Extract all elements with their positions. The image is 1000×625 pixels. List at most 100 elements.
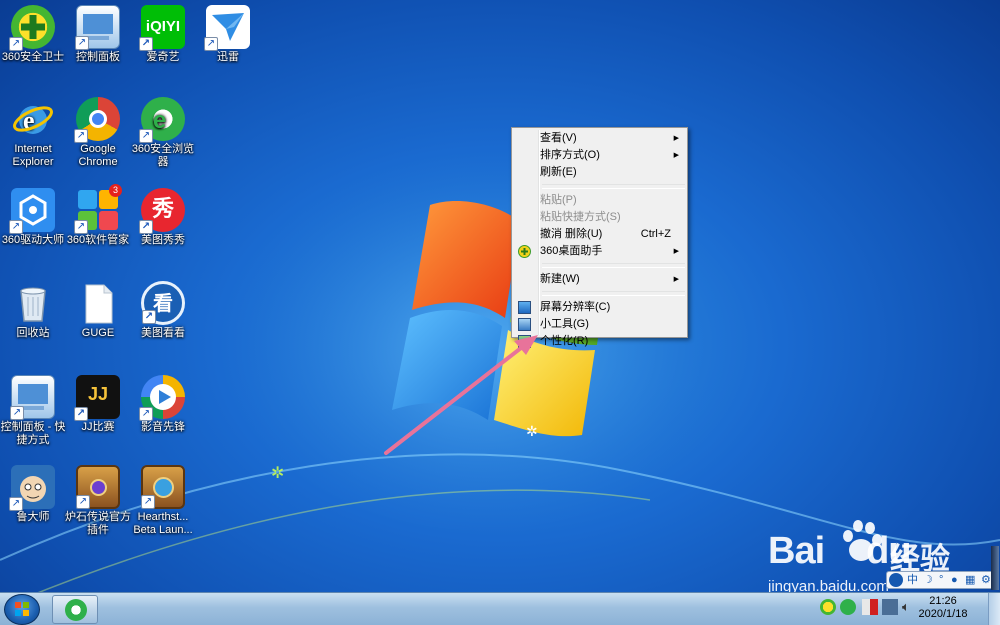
360-safe-tray-icon[interactable] — [820, 599, 836, 615]
desktop-icon-label: 炉石传说官方插件 — [65, 511, 131, 536]
submenu-arrow-icon: ▶ — [673, 276, 679, 283]
360-plus-icon — [518, 245, 531, 258]
menu-item-undo-delete[interactable]: 撤消 删除(U) Ctrl+Z — [514, 226, 685, 243]
submenu-arrow-icon: ▶ — [673, 152, 679, 159]
menu-item-view[interactable]: 查看(V) ▶ — [514, 130, 685, 147]
shortcut-arrow-icon: ↗ — [74, 220, 88, 234]
menu-item-label: 新建(W) — [540, 273, 580, 285]
show-desktop-button[interactable] — [988, 593, 1000, 625]
desktop-icon-label: 360驱动大师 — [1, 234, 65, 246]
ime-language-bar[interactable]: 中 ☽ ° ● ▦ ⚙ — [886, 571, 996, 589]
network-icon[interactable] — [882, 599, 898, 615]
hearthstone-launcher-icon: ↗ — [141, 465, 185, 509]
desktop-icon-yingyin[interactable]: ↗ 影音先锋 — [130, 375, 196, 434]
desktop-icon-label: JJ比赛 — [81, 421, 115, 433]
taskbar-clock[interactable]: 21:26 2020/1/18 — [908, 595, 978, 621]
yingyin-icon: ↗ — [139, 375, 185, 421]
360-safe-icon: ↗ — [9, 5, 55, 51]
ime-moon-icon[interactable]: ☽ — [923, 572, 933, 588]
jj-icon: JJ ↗ — [74, 375, 120, 421]
jj-logo-text: JJ — [87, 384, 109, 404]
desktop-icon-hearthstone-plugin[interactable]: ↗ 炉石传说官方插件 — [65, 465, 131, 537]
desktop-icon-ludashi[interactable]: ↗ 鲁大师 — [0, 465, 66, 524]
shortcut-arrow-icon: ↗ — [142, 310, 156, 324]
baidu-logo-bai: Bai — [768, 530, 825, 572]
kankan-logo-text: 看 — [153, 291, 173, 315]
clock-time: 21:26 — [929, 595, 957, 607]
desktop-icon-control-panel-shortcut[interactable]: ↗ 控制面板 - 快捷方式 — [0, 375, 66, 447]
xunlei-icon: ↗ — [204, 5, 250, 51]
shortcut-arrow-icon: ↗ — [139, 129, 153, 143]
desktop-icon-recycle-bin[interactable]: 回收站 — [0, 281, 66, 340]
flag-icon[interactable] — [862, 599, 878, 615]
menu-item-label: 查看(V) — [540, 132, 577, 144]
baidu-jingyan-watermark: Bai du 经验 jingyan.baidu.com — [762, 516, 994, 604]
desktop-icon-label: 控制面板 - 快捷方式 — [0, 421, 66, 446]
menu-item-accelerator: Ctrl+Z — [640, 228, 671, 240]
menu-item-screen-resolution[interactable]: 屏幕分辨率(C) — [514, 299, 685, 316]
menu-item-360-desktop-helper[interactable]: 360桌面助手 ▶ — [514, 243, 685, 260]
menu-item-label: 粘贴(P) — [540, 194, 577, 206]
menu-item-refresh[interactable]: 刷新(E) — [514, 164, 685, 181]
ime-logo-icon — [889, 573, 903, 587]
ime-mode-label[interactable]: 中 — [907, 572, 918, 588]
ime-keyboard-icon[interactable]: ▦ — [965, 572, 975, 588]
hearthstone-plugin-icon: ↗ — [76, 465, 120, 509]
submenu-arrow-icon: ▶ — [673, 135, 679, 142]
shortcut-arrow-icon: ↗ — [139, 220, 153, 234]
menu-separator — [542, 263, 685, 268]
desktop-icon-internet-explorer[interactable]: e Internet Explorer — [0, 97, 66, 169]
360-browser-tray-icon[interactable] — [840, 599, 856, 615]
desktop-icon-control-panel[interactable]: ↗ 控制面板 — [65, 5, 131, 64]
desktop-icon-label: 回收站 — [16, 327, 50, 339]
desktop-icon-360-software[interactable]: 3 ↗ 360软件管家 — [65, 184, 131, 247]
desktop-icon-label: 美图看看 — [141, 327, 185, 339]
360-driver-icon: ↗ — [9, 188, 55, 234]
meitu-xiuxiu-icon: 秀 ↗ — [139, 188, 185, 234]
360-browser-icon — [65, 599, 87, 621]
shortcut-arrow-icon: ↗ — [9, 497, 23, 511]
desktop-icon-360-driver[interactable]: ↗ 360驱动大师 — [0, 188, 66, 247]
desktop-icon-label: 爱奇艺 — [146, 51, 180, 63]
desktop-icon-label: Internet Explorer — [12, 143, 54, 168]
iqiyi-logo-text: iQIYI — [145, 18, 181, 35]
meitu-logo-text: 秀 — [151, 197, 174, 222]
taskbar-app-360-browser[interactable] — [52, 595, 98, 624]
desktop-icon-360-browser[interactable]: e ↗ 360安全浏览器 — [130, 97, 196, 169]
shortcut-arrow-icon: ↗ — [74, 129, 88, 143]
desktop-icon-label: 360安全浏览器 — [131, 143, 195, 168]
menu-item-paste: 粘贴(P) — [514, 192, 685, 209]
desktop-icon-xunlei[interactable]: ↗ 迅雷 — [195, 5, 261, 64]
meitu-kankan-icon: 看 ↗ — [141, 281, 185, 325]
desktop-icon-chrome[interactable]: ↗ Google Chrome — [65, 97, 131, 169]
menu-item-new[interactable]: 新建(W) ▶ — [514, 271, 685, 288]
shortcut-arrow-icon: ↗ — [139, 37, 153, 51]
ime-mic-icon[interactable]: ● — [951, 572, 958, 588]
shortcut-arrow-icon: ↗ — [10, 406, 24, 420]
desktop-icon-label: Google Chrome — [78, 143, 118, 168]
submenu-arrow-icon: ▶ — [673, 248, 679, 255]
desktop-icon-guge[interactable]: GUGE — [65, 281, 131, 340]
menu-separator — [542, 184, 685, 189]
window-edge-strip — [991, 546, 999, 590]
desktop-icon-jj[interactable]: JJ ↗ JJ比赛 — [65, 375, 131, 434]
desktop-icon-meitu-kankan[interactable]: 看 ↗ 美图看看 — [130, 281, 196, 340]
menu-item-label: 撤消 删除(U) — [540, 228, 603, 240]
360-software-icon: 3 ↗ — [74, 184, 122, 234]
iqiyi-icon: iQIYI ↗ — [139, 5, 185, 51]
desktop-icon-label: 迅雷 — [217, 51, 239, 63]
menu-item-sort-by[interactable]: 排序方式(O) ▶ — [514, 147, 685, 164]
desktop-icon-360-safe[interactable]: ↗ 360安全卫士 — [0, 5, 66, 64]
ime-gear-icon[interactable]: ⚙ — [981, 572, 991, 588]
desktop-icon-label: GUGE — [81, 327, 115, 339]
start-button[interactable] — [4, 594, 40, 625]
desktop-icon-label: 鲁大师 — [16, 511, 50, 523]
desktop-icon-hearthstone-launcher[interactable]: ↗ Hearthst... Beta Laun... — [130, 465, 196, 537]
menu-separator — [542, 291, 685, 296]
shortcut-arrow-icon: ↗ — [74, 407, 88, 421]
annotation-arrow — [384, 335, 538, 455]
desktop-icon-label: 360软件管家 — [66, 234, 130, 246]
desktop-icon-meitu-xiuxiu[interactable]: 秀 ↗ 美图秀秀 — [130, 188, 196, 247]
desktop-icon-iqiyi[interactable]: iQIYI ↗ 爱奇艺 — [130, 5, 196, 64]
ime-punct-icon[interactable]: ° — [939, 572, 943, 588]
